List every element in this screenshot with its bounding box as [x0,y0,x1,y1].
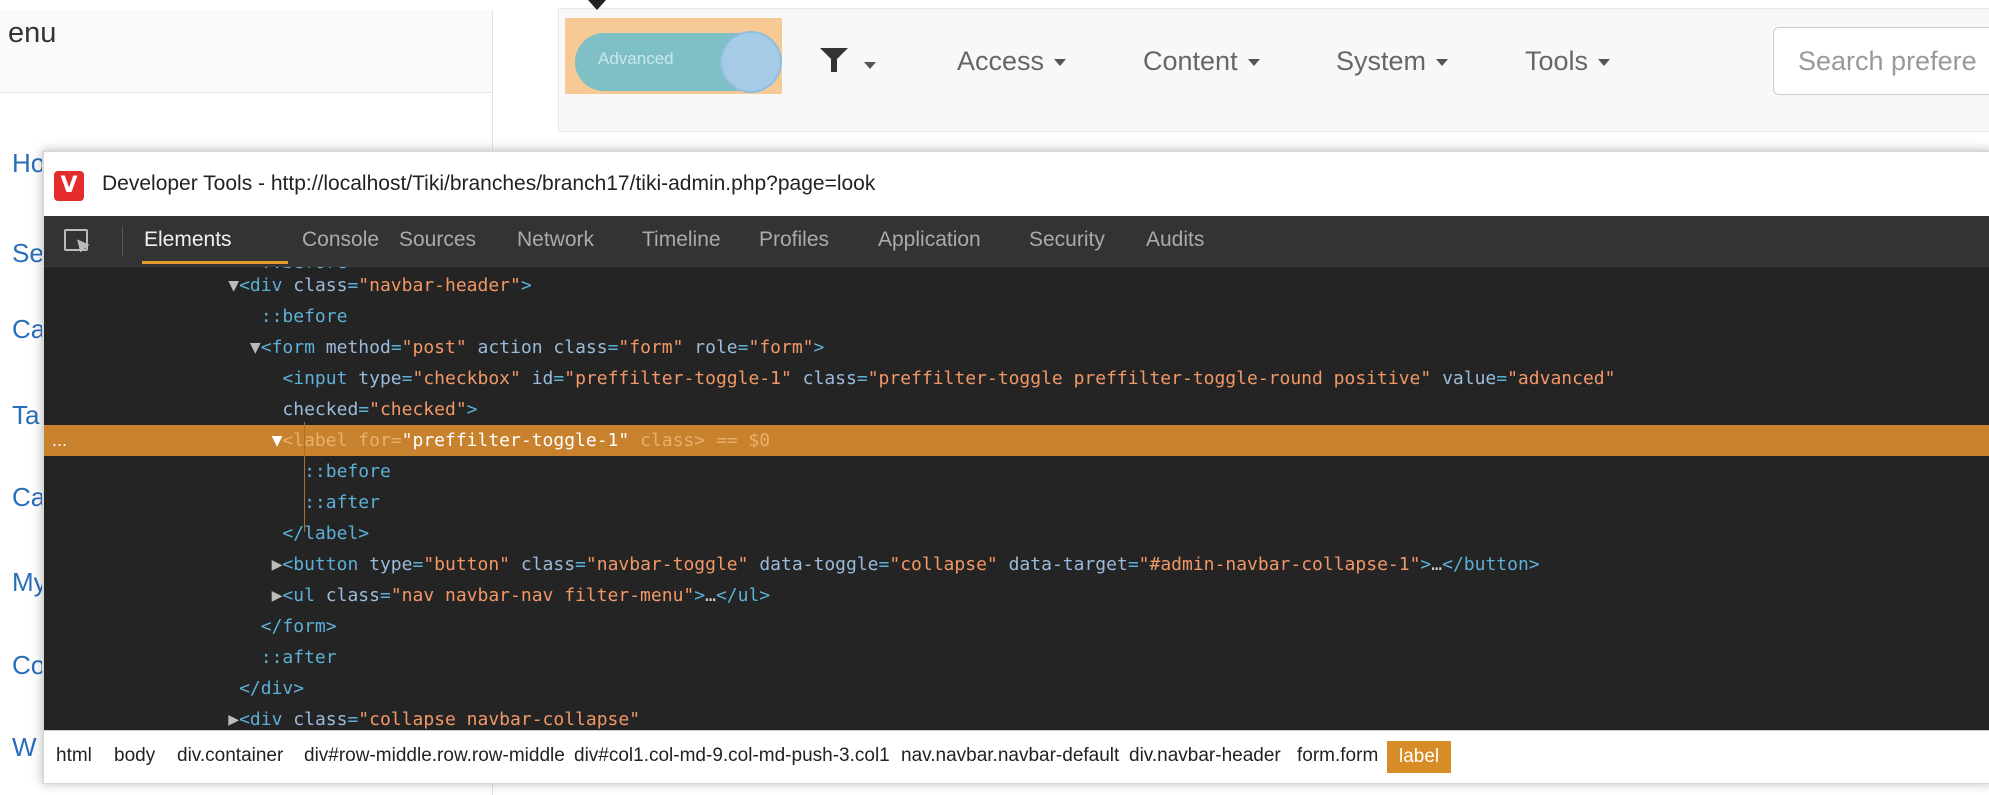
dom-node-line[interactable]: ▶<div class="collapse navbar-collapse" [44,704,1989,730]
vivaldi-logo: V [54,171,84,201]
indent-guide [304,422,305,532]
left-menu-item[interactable]: Ca [12,314,45,345]
devtools-title: Developer Tools - http://localhost/Tiki/… [102,172,876,195]
breadcrumb-item[interactable]: div#col1.col-md-9.col-md-push-3.col1 [574,745,890,767]
devtools-tabbar: Elements Console Sources Network Timelin… [44,216,1989,267]
nav-menu-label: Tools [1525,46,1589,76]
tab-console[interactable]: Console [302,228,379,252]
caret-down-icon [1247,59,1260,67]
dom-node-line[interactable]: </label> [44,518,1989,549]
nav-menu-system[interactable]: System [1336,46,1449,77]
filter-icon-stem [831,58,837,72]
menu-title: enu [0,10,492,93]
nav-menu-label: Content [1143,46,1238,76]
dom-node-line[interactable]: ::before [44,301,1989,332]
selected-dom-node[interactable]: ... ▼<label for="preffilter-toggle-1" cl… [44,425,1989,456]
caret-down-icon [588,0,606,10]
breadcrumb-item[interactable]: form.form [1297,745,1378,767]
breadcrumb-item[interactable]: nav.navbar.navbar-default [901,745,1119,767]
left-menu-item[interactable]: Ho [12,148,45,179]
nav-menu-tools[interactable]: Tools [1525,46,1611,77]
breadcrumb-item[interactable]: div.container [177,745,283,767]
caret-down-icon [1436,59,1449,67]
dom-node-line[interactable]: ::before [44,456,1989,487]
dom-node-line[interactable]: ::after [44,642,1989,673]
devtools-titlebar: V Developer Tools - http://localhost/Tik… [44,152,1989,216]
tab-profiles[interactable]: Profiles [759,228,829,252]
expand-triangle-icon[interactable]: ▶ [272,554,283,575]
dom-node-line[interactable]: ::after [44,487,1989,518]
breadcrumb-item[interactable]: div.navbar-header [1129,745,1281,767]
dom-node-line[interactable]: ▶<button type="button" class="navbar-tog… [44,549,1989,580]
caret-down-icon [1598,59,1611,67]
expand-triangle-icon[interactable]: ▶ [228,709,239,730]
devtools-window: V Developer Tools - http://localhost/Tik… [42,150,1989,784]
nav-menu-access[interactable]: Access [957,46,1067,77]
dom-node-line[interactable]: checked="checked"> [44,394,1989,425]
toggle-knob[interactable] [722,33,780,91]
dom-node-line[interactable]: </div> [44,673,1989,704]
nav-menu-content[interactable]: Content [1143,46,1260,77]
breadcrumb-item[interactable]: html [56,745,92,767]
caret-down-icon[interactable] [864,62,876,69]
dom-node-line[interactable]: ▼<form method="post" action class="form"… [44,332,1989,363]
expand-triangle-icon[interactable]: ▼ [250,337,261,358]
tab-timeline[interactable]: Timeline [642,228,721,252]
active-tab-indicator [142,261,288,264]
dom-node-line[interactable]: ▼<div class="navbar-header"> [44,270,1989,301]
tab-sources[interactable]: Sources [399,228,476,252]
dom-node-line[interactable]: </form> [44,611,1989,642]
search-preferences-input[interactable]: Search prefere [1773,27,1989,95]
nav-menu-label: System [1336,46,1427,76]
tab-audits[interactable]: Audits [1146,228,1204,252]
breadcrumb-item[interactable]: div#row-middle.row.row-middle [304,745,565,767]
breadcrumb-item[interactable]: body [114,745,155,767]
tab-network[interactable]: Network [517,228,594,252]
expand-triangle-icon[interactable]: ▼ [228,275,239,296]
left-menu-item[interactable]: Co [12,650,45,681]
more-actions-icon[interactable]: ... [52,425,67,456]
selected-node-marker: == $0 [715,430,771,451]
left-menu-item[interactable]: Se [12,238,44,269]
tab-security[interactable]: Security [1029,228,1105,252]
tab-elements[interactable]: Elements [144,228,232,252]
dom-breadcrumb-bar: html body div.container div#row-middle.r… [44,730,1989,783]
left-menu-item[interactable]: W [12,732,37,763]
nav-menu-label: Access [957,46,1045,76]
expand-triangle-icon[interactable]: ▼ [272,430,283,451]
dom-node-line[interactable]: ▶<ul class="nav navbar-nav filter-menu">… [44,580,1989,611]
dom-node-line[interactable]: <input type="checkbox" id="preffilter-to… [44,363,1989,394]
left-menu-item[interactable]: Ta [12,400,39,431]
advanced-toggle-label: Advanced [598,49,674,68]
inspect-element-icon[interactable] [64,229,88,251]
tab-application[interactable]: Application [878,228,981,252]
elements-dom-tree: ::before ▼<div class="navbar-header"> ::… [44,267,1989,730]
left-menu-item[interactable]: Ca [12,482,45,513]
breadcrumb-item-active[interactable]: label [1387,741,1452,773]
toolbar-divider [122,226,123,256]
expand-triangle-icon[interactable]: ▶ [272,585,283,606]
caret-down-icon [1054,59,1067,67]
